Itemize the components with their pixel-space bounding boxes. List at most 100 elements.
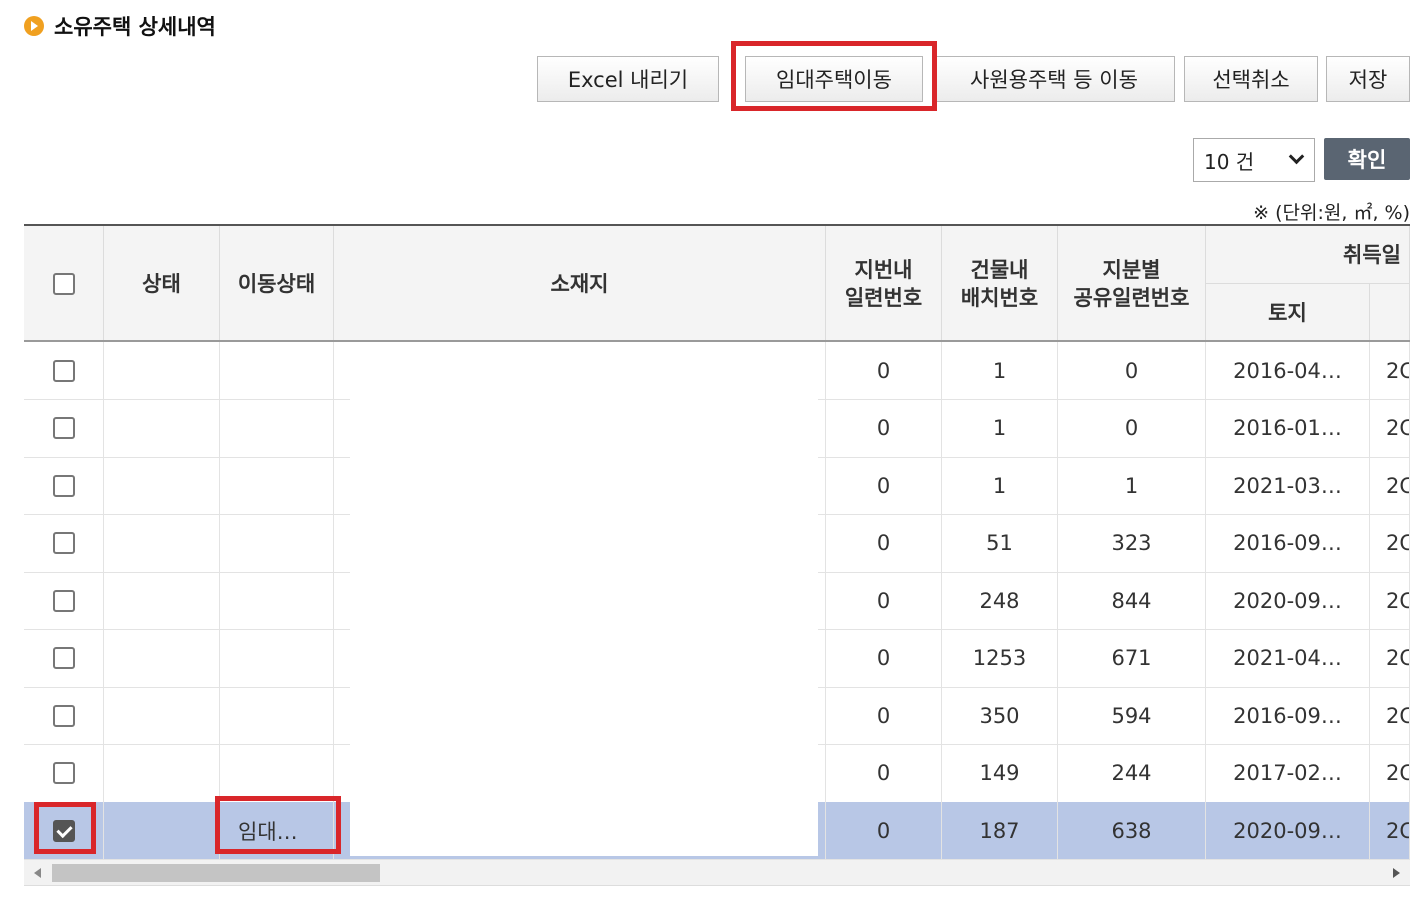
row-status: [104, 802, 220, 859]
row-lot-serial: 0: [826, 399, 942, 457]
cancel-selection-button[interactable]: 선택취소: [1184, 56, 1318, 102]
row-move-status: [220, 572, 334, 629]
row-status: [104, 629, 220, 687]
row-status: [104, 687, 220, 744]
row-status: [104, 572, 220, 629]
row-land-date: 2017-02…: [1206, 744, 1370, 802]
row-move-status: [220, 687, 334, 744]
header-status: 상태: [104, 226, 220, 342]
row-select-cell[interactable]: [24, 572, 104, 629]
row-select-cell[interactable]: [24, 514, 104, 572]
row-move-status: [220, 457, 334, 514]
row-next-col: 2C: [1370, 457, 1410, 514]
move-employee-housing-button[interactable]: 사원용주택 등 이동: [933, 56, 1175, 102]
header-bldg-serial: 건물내 배치번호: [942, 226, 1058, 342]
row-land-date: 2016-09…: [1206, 687, 1370, 744]
page-size-value: 10 건: [1204, 149, 1255, 174]
confirm-button[interactable]: 확인: [1324, 138, 1410, 180]
row-move-status: 임대…: [220, 802, 334, 859]
row-next-col: 2C: [1370, 399, 1410, 457]
row-checkbox[interactable]: [52, 762, 75, 784]
row-lot-serial: 0: [826, 572, 942, 629]
row-land-date: 2016-09…: [1206, 514, 1370, 572]
row-select-cell[interactable]: [24, 802, 104, 859]
row-bldg-serial: 1: [942, 342, 1058, 399]
row-select-cell[interactable]: [24, 744, 104, 802]
row-checkbox[interactable]: [52, 359, 75, 382]
header-bldg-serial-line2: 배치번호: [960, 286, 1039, 310]
row-select-cell[interactable]: [24, 342, 104, 399]
select-all-checkbox[interactable]: [52, 273, 75, 295]
section-title-text: 소유주택 상세내역: [54, 15, 216, 39]
row-land-date: 2016-01…: [1206, 399, 1370, 457]
row-next-col: 2C: [1370, 514, 1410, 572]
row-select-cell[interactable]: [24, 399, 104, 457]
row-bldg-serial: 1: [942, 399, 1058, 457]
row-bldg-serial: 248: [942, 572, 1058, 629]
row-share-serial: 1: [1058, 457, 1206, 514]
horizontal-scrollbar[interactable]: [24, 860, 1410, 886]
row-next-col: 2C: [1370, 744, 1410, 802]
row-select-cell[interactable]: [24, 457, 104, 514]
header-address: 소재지: [334, 226, 826, 342]
move-rental-housing-button[interactable]: 임대주택이동: [745, 56, 923, 102]
row-land-date: 2021-03…: [1206, 457, 1370, 514]
row-checkbox[interactable]: [52, 589, 75, 612]
row-share-serial: 671: [1058, 629, 1206, 687]
row-share-serial: 594: [1058, 687, 1206, 744]
row-status: [104, 342, 220, 399]
row-next-col: 2C: [1370, 342, 1410, 399]
header-lot-serial-line2: 일련번호: [844, 286, 923, 310]
scroll-thumb[interactable]: [52, 864, 380, 882]
excel-download-button[interactable]: Excel 내리기: [537, 56, 719, 102]
row-next-col: 2C: [1370, 629, 1410, 687]
row-bldg-serial: 1: [942, 457, 1058, 514]
row-next-col: 2C: [1370, 687, 1410, 744]
header-share-serial: 지분별 공유일련번호: [1058, 226, 1206, 342]
chevron-down-icon: [1288, 148, 1305, 165]
row-checkbox[interactable]: [52, 819, 75, 842]
row-move-status: [220, 629, 334, 687]
row-share-serial: 323: [1058, 514, 1206, 572]
row-share-serial: 638: [1058, 802, 1206, 859]
row-lot-serial: 0: [826, 629, 942, 687]
row-checkbox[interactable]: [52, 474, 75, 497]
header-share-serial-line1: 지분별: [1102, 258, 1161, 282]
page-size-select[interactable]: 10 건: [1193, 138, 1315, 182]
header-share-serial-line2: 공유일련번호: [1073, 286, 1190, 310]
row-move-status: [220, 399, 334, 457]
header-select-all[interactable]: [24, 226, 104, 342]
row-land-date: 2020-09…: [1206, 802, 1370, 859]
header-next-subcolumn: [1370, 284, 1410, 342]
row-select-cell[interactable]: [24, 629, 104, 687]
row-land-date: 2021-04…: [1206, 629, 1370, 687]
row-checkbox[interactable]: [52, 417, 75, 439]
address-blank-area: [350, 342, 818, 856]
row-move-status: [220, 514, 334, 572]
row-move-status: [220, 744, 334, 802]
row-land-date: 2016-04…: [1206, 342, 1370, 399]
section-title: 소유주택 상세내역: [24, 12, 216, 40]
row-move-status: [220, 342, 334, 399]
row-lot-serial: 0: [826, 744, 942, 802]
row-checkbox[interactable]: [52, 647, 75, 669]
header-acquisition-date: 취득일: [1206, 226, 1410, 284]
row-bldg-serial: 51: [942, 514, 1058, 572]
scroll-left-icon[interactable]: [34, 868, 41, 878]
row-status: [104, 514, 220, 572]
row-bldg-serial: 149: [942, 744, 1058, 802]
bullet-arrow-icon: [24, 16, 44, 36]
row-checkbox[interactable]: [52, 532, 75, 554]
header-land: 토지: [1206, 284, 1370, 342]
scroll-right-icon[interactable]: [1393, 868, 1400, 878]
save-button[interactable]: 저장: [1326, 56, 1410, 102]
row-select-cell[interactable]: [24, 687, 104, 744]
row-status: [104, 399, 220, 457]
row-next-col: 2C: [1370, 572, 1410, 629]
header-lot-serial: 지번내 일련번호: [826, 226, 942, 342]
row-next-col: 2C: [1370, 802, 1410, 859]
row-lot-serial: 0: [826, 457, 942, 514]
row-checkbox[interactable]: [52, 704, 75, 727]
row-lot-serial: 0: [826, 514, 942, 572]
row-bldg-serial: 350: [942, 687, 1058, 744]
